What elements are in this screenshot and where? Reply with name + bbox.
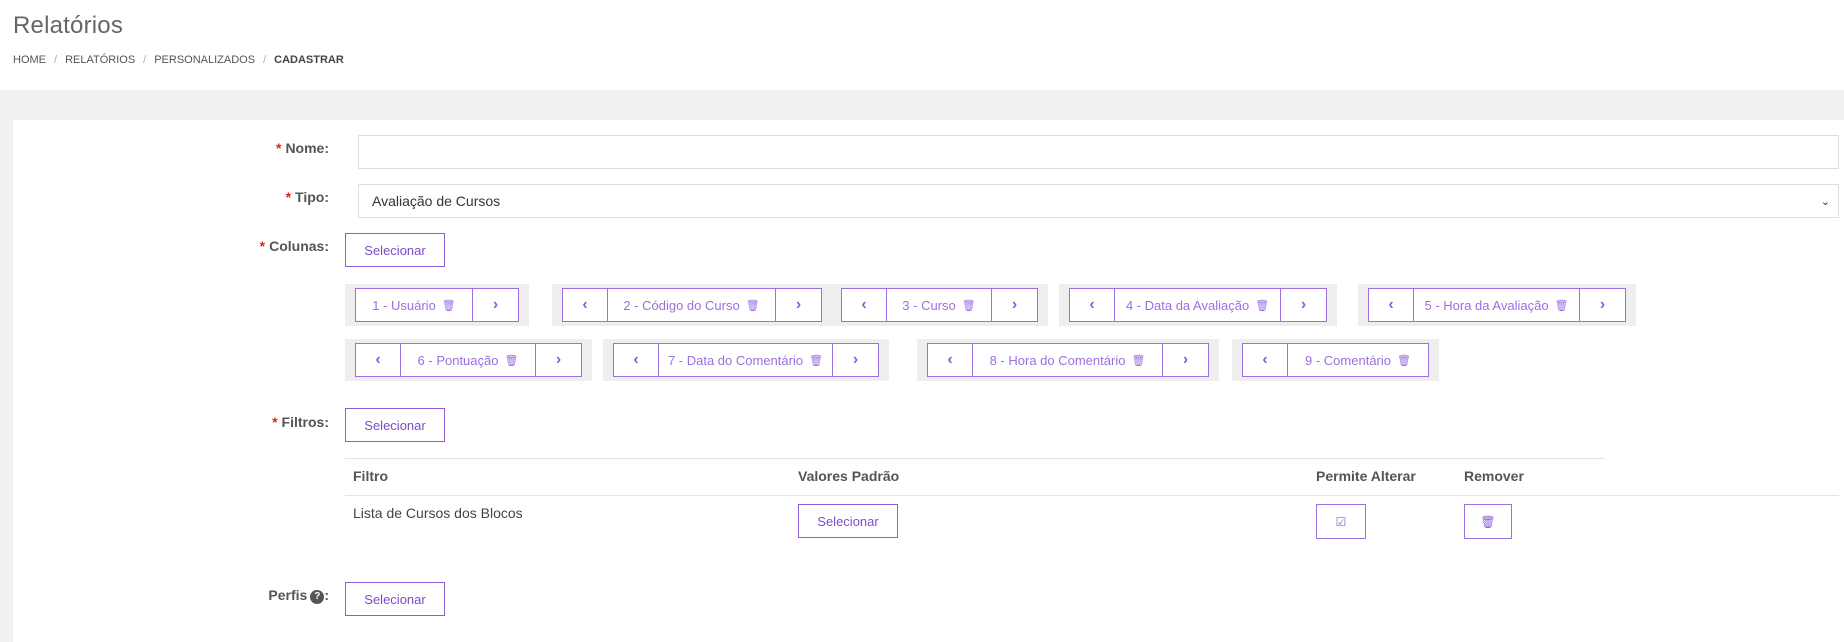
- chevron-right-icon[interactable]: ›: [833, 344, 878, 376]
- table-header-filtro: Filtro: [353, 468, 388, 484]
- breadcrumb: HOME / RELATÓRIOS / PERSONALIZADOS / CAD…: [13, 54, 1831, 66]
- filtros-label: * Filtros:: [272, 414, 329, 430]
- trash-icon[interactable]: 🗑: [746, 299, 760, 312]
- chevron-right-icon[interactable]: ›: [992, 289, 1037, 321]
- required-asterisk: *: [285, 189, 292, 205]
- permite-alterar-checkbox[interactable]: ☑: [1316, 504, 1366, 539]
- chevron-left-icon[interactable]: ‹: [1369, 289, 1414, 321]
- chevron-left-icon[interactable]: ‹: [842, 289, 887, 321]
- breadcrumb-home[interactable]: HOME: [13, 54, 46, 66]
- column-chip: ‹ 2 - Código do Curso 🗑 ›: [552, 284, 832, 326]
- table-header-border: [345, 495, 1839, 496]
- column-chip: ‹ 9 - Comentário 🗑: [1232, 339, 1439, 381]
- column-chip-label: 9 - Comentário 🗑: [1305, 352, 1411, 368]
- tipo-select[interactable]: Avaliação de Cursos ⌄: [358, 184, 1839, 218]
- chevron-right-icon[interactable]: ›: [776, 289, 821, 321]
- trash-icon: 🗑: [1480, 514, 1496, 529]
- chevron-right-icon[interactable]: ›: [1580, 289, 1625, 321]
- breadcrumb-separator: /: [263, 54, 267, 66]
- column-chip-label: 4 - Data da Avaliação 🗑: [1115, 289, 1281, 321]
- breadcrumb-cadastrar: CADASTRAR: [274, 54, 344, 66]
- table-header-remover: Remover: [1464, 468, 1524, 484]
- tipo-select-value: Avaliação de Cursos: [372, 193, 501, 209]
- column-chip-label: 5 - Hora da Avaliação 🗑: [1414, 289, 1580, 321]
- chevron-right-icon[interactable]: ›: [536, 344, 581, 376]
- trash-icon[interactable]: 🗑: [442, 299, 456, 312]
- chevron-right-icon[interactable]: ›: [1163, 344, 1208, 376]
- colunas-label: * Colunas:: [259, 238, 329, 254]
- tipo-label: * Tipo:: [285, 189, 329, 205]
- check-square-icon: ☑: [1335, 514, 1347, 529]
- valores-padrao-selecionar-button[interactable]: Selecionar: [798, 504, 898, 538]
- page-title: Relatórios: [13, 12, 124, 39]
- trash-icon[interactable]: 🗑: [1255, 299, 1269, 312]
- colunas-selecionar-button[interactable]: Selecionar: [345, 233, 445, 267]
- column-chip-label: 7 - Data do Comentário 🗑: [659, 344, 833, 376]
- trash-icon[interactable]: 🗑: [1555, 299, 1569, 312]
- trash-icon[interactable]: 🗑: [1131, 354, 1145, 367]
- required-asterisk: *: [275, 140, 282, 156]
- breadcrumb-relatorios[interactable]: RELATÓRIOS: [65, 54, 135, 66]
- column-chip-label: 8 - Hora do Comentário 🗑: [973, 344, 1163, 376]
- column-chip: ‹ 4 - Data da Avaliação 🗑 ›: [1059, 284, 1337, 326]
- column-chip-label: 6 - Pontuação 🗑: [401, 344, 536, 376]
- content-left-gutter: [0, 90, 13, 642]
- page-header: Relatórios HOME / RELATÓRIOS / PERSONALI…: [0, 0, 1844, 90]
- chevron-left-icon[interactable]: ‹: [563, 289, 608, 321]
- chevron-left-icon[interactable]: ‹: [928, 344, 973, 376]
- remover-button[interactable]: 🗑: [1464, 504, 1512, 539]
- chevron-left-icon[interactable]: ‹: [1070, 289, 1115, 321]
- chevron-down-icon: ⌄: [1820, 196, 1830, 208]
- perfis-label: Perfis?:: [268, 587, 329, 604]
- column-chip: ‹ 7 - Data do Comentário 🗑 ›: [603, 339, 889, 381]
- breadcrumb-personalizados[interactable]: PERSONALIZADOS: [154, 54, 255, 66]
- column-chip: 1 - Usuário 🗑 ›: [345, 284, 529, 326]
- trash-icon[interactable]: 🗑: [809, 354, 823, 367]
- nome-label: * Nome:: [275, 140, 329, 156]
- column-chip: ‹ 8 - Hora do Comentário 🗑 ›: [917, 339, 1219, 381]
- nome-input[interactable]: [358, 135, 1839, 169]
- column-chip: ‹ 5 - Hora da Avaliação 🗑 ›: [1358, 284, 1636, 326]
- required-asterisk: *: [259, 238, 266, 254]
- filtro-cell: Lista de Cursos dos Blocos: [353, 505, 523, 521]
- chevron-left-icon[interactable]: ‹: [356, 344, 401, 376]
- breadcrumb-separator: /: [54, 54, 58, 66]
- column-chip-label: 2 - Código do Curso 🗑: [608, 289, 776, 321]
- form-panel: * Nome: * Tipo: Avaliação de Cursos ⌄ * Col…: [13, 120, 1844, 642]
- required-asterisk: *: [272, 414, 278, 430]
- perfis-selecionar-button[interactable]: Selecionar: [345, 582, 445, 616]
- trash-icon[interactable]: 🗑: [962, 299, 976, 312]
- column-chip: ‹ 3 - Curso 🗑 ›: [831, 284, 1048, 326]
- content-top-band: [0, 90, 1844, 120]
- chevron-left-icon[interactable]: ‹: [614, 344, 659, 376]
- chevron-right-icon[interactable]: ›: [1281, 289, 1326, 321]
- filtros-selecionar-button[interactable]: Selecionar: [345, 408, 445, 442]
- column-chip-label: 3 - Curso 🗑: [887, 289, 992, 321]
- trash-icon[interactable]: 🗑: [504, 354, 518, 367]
- table-header-valores-padrao: Valores Padrão: [798, 468, 900, 484]
- column-chip: ‹ 6 - Pontuação 🗑 ›: [345, 339, 592, 381]
- trash-icon[interactable]: 🗑: [1397, 354, 1411, 367]
- chevron-right-icon[interactable]: ›: [473, 289, 518, 321]
- breadcrumb-separator: /: [143, 54, 147, 66]
- chevron-left-icon[interactable]: ‹: [1243, 344, 1288, 376]
- table-header-permite-alterar: Permite Alterar: [1316, 468, 1416, 484]
- question-circle-icon[interactable]: ?: [310, 590, 325, 604]
- column-chip-label: 1 - Usuário 🗑: [356, 289, 473, 321]
- table-top-border: [345, 458, 1605, 459]
